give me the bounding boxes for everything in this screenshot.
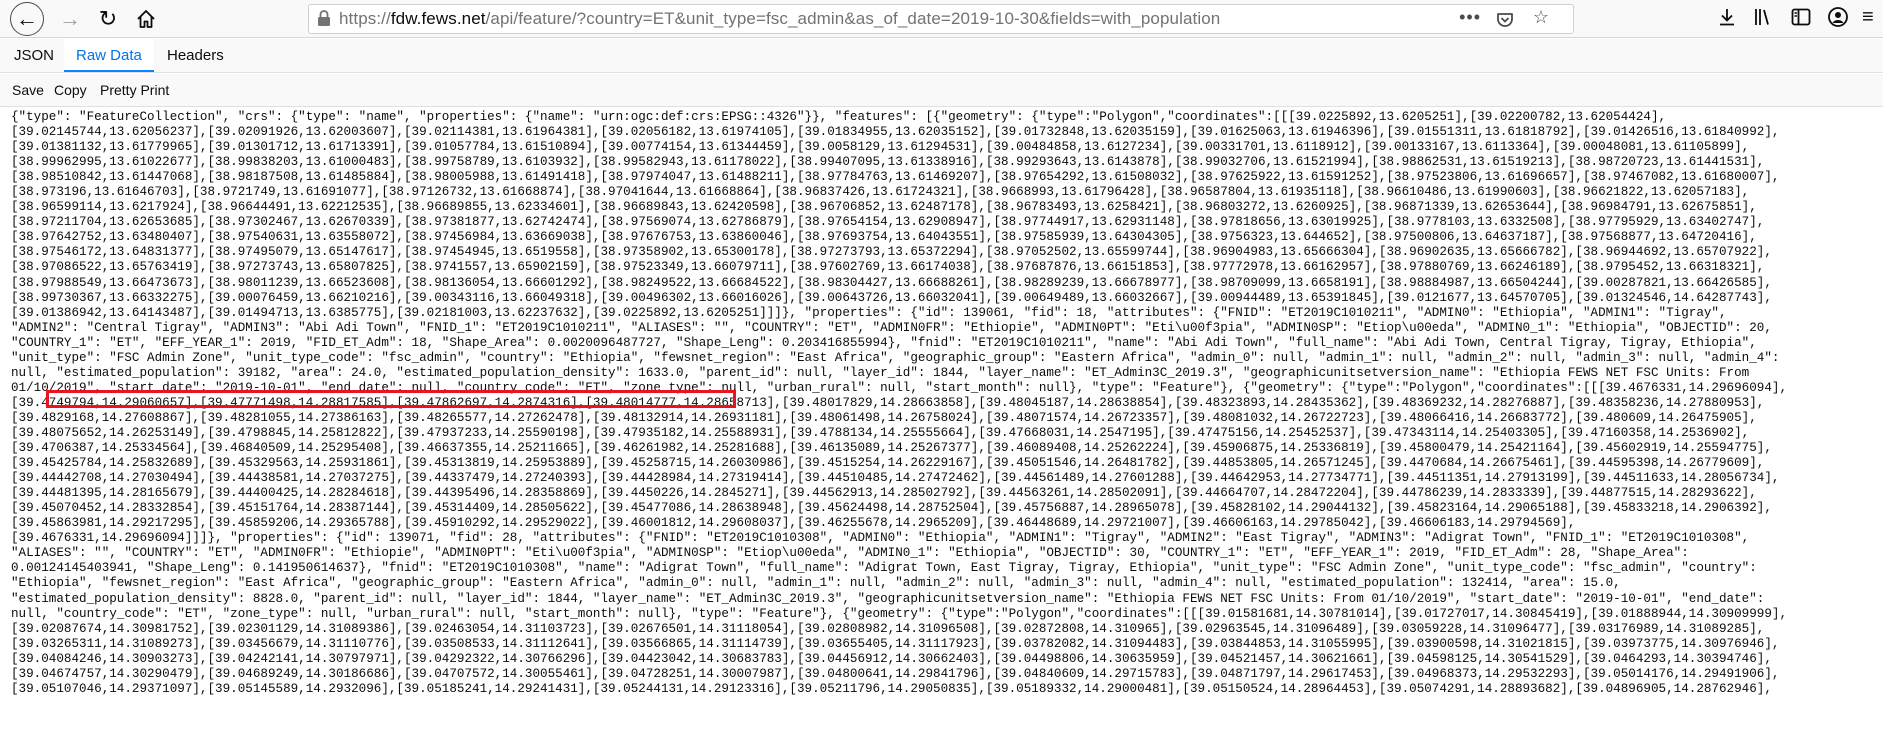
raw-data-line: 01/10/2019", "start_date": "2019-10-01",… [11, 380, 1788, 395]
bookmark-star-icon[interactable]: ☆ [1533, 7, 1549, 28]
raw-data-line: [39.05107046,14.29371097],[39.05145589,1… [11, 681, 1772, 696]
raw-data-line: [38.98510842,13.61447068],[38.98187508,1… [11, 170, 1780, 185]
raw-data-line: [39.03265311,14.31089273],[39.03456679,1… [11, 636, 1780, 651]
forward-arrow-icon: → [59, 6, 81, 31]
raw-data-line: [39.01386942,13.64143487],[39.01494713,1… [11, 305, 1727, 320]
raw-data-line: [38.973196,13.61646703],[38.9721749,13.6… [11, 185, 1750, 200]
library-icon[interactable] [1752, 6, 1774, 28]
home-icon [137, 10, 155, 28]
url-path: /api/feature/?country=ET&unit_type=fsc_a… [485, 9, 1221, 28]
download-icon[interactable] [1716, 6, 1738, 28]
raw-data-line: "estimated_population_density": 8828.0, … [11, 591, 1765, 606]
raw-data-line: [38.99730367,13.66332275],[39.00076459,1… [11, 290, 1772, 305]
raw-data-line: [39.48075652,14.26253149],[39.4798845,14… [11, 425, 1750, 440]
raw-data-line: [39.4749794,14.29060657],[39.47771498,14… [11, 395, 1765, 410]
raw-data-line: [39.4829168,14.27608867],[39.48281055,14… [11, 410, 1757, 425]
raw-data-line: {"type": "FeatureCollection", "crs": {"t… [11, 110, 1667, 124]
raw-data-content[interactable]: {"type": "FeatureCollection", "crs": {"t… [11, 110, 1879, 738]
raw-data-line: "ALIASES": "", "COUNTRY": "ET", "ADMIN0F… [11, 546, 1689, 561]
browser-toolbar: ← → ↻ https://fdw.fews.net/api/feature/?… [0, 0, 1883, 38]
raw-data-line: [38.97211704,13.62653685],[38.97302467,1… [11, 215, 1765, 230]
raw-data-line: [38.97546172,13.64831377],[38.97495079,1… [11, 245, 1772, 260]
raw-data-line: null, "estimated_population": 39182, "ar… [11, 365, 1750, 380]
sidebar-icon[interactable] [1790, 6, 1812, 28]
pretty-print-button[interactable]: Pretty Print [100, 74, 169, 107]
raw-data-line: [39.45425784,14.25832689],[39.45329563,1… [11, 456, 1765, 471]
lock-icon[interactable] [317, 9, 331, 27]
raw-data-line: [39.45863981,14.29217295],[39.45859206,1… [11, 516, 1576, 531]
url-bar[interactable]: https://fdw.fews.net/api/feature/?countr… [308, 4, 1574, 34]
raw-data-line: "ADMIN2": "Central Tigray", "ADMIN3": "A… [11, 320, 1772, 335]
url-text[interactable]: https://fdw.fews.net/api/feature/?countr… [339, 9, 1220, 29]
raw-data-line: [39.04084246,14.30903273],[39.04242141,1… [11, 651, 1772, 666]
raw-data-line: null, "country_code": "ET", "zone_type":… [11, 606, 1788, 621]
raw-data-line: [38.97642752,13.63480407],[38.97540631,1… [11, 230, 1757, 245]
json-viewer-tabs: JSON Raw Data Headers [0, 39, 1883, 73]
url-host: fdw.fews.net [390, 9, 486, 28]
raw-data-line: "Ethiopia", "fewsnet_region": "East Afri… [11, 576, 1621, 591]
raw-data-line: [39.4676331,14.29696094]]]}, "properties… [11, 531, 1750, 546]
forward-button[interactable]: → [54, 3, 86, 35]
copy-button[interactable]: Copy [54, 74, 87, 107]
raw-data-line: [39.02087674,14.30981752],[39.02301129,1… [11, 621, 1765, 636]
url-scheme: https:// [339, 9, 391, 28]
tab-raw-data[interactable]: Raw Data [64, 39, 154, 72]
raw-data-line: [39.01381132,13.61779965],[39.01301712,1… [11, 140, 1750, 155]
reload-icon: ↻ [98, 6, 118, 31]
raw-data-line: [38.97988549,13.66473673],[38.98011239,1… [11, 275, 1772, 290]
tab-json[interactable]: JSON [2, 39, 66, 72]
raw-data-line: [38.96599114,13.6217924],[38.96644491,13… [11, 200, 1757, 215]
raw-data-line: [39.45070452,14.28332854],[39.45151764,1… [11, 501, 1772, 516]
reload-button[interactable]: ↻ [92, 3, 124, 35]
raw-data-line: "COUNTRY_1": "ET", "EFF_YEAR_1": 2019, "… [11, 335, 1757, 350]
raw-data-line: 0.00124145403941, "Shape_Leng": 0.141950… [11, 561, 1757, 576]
raw-data-line: [38.97086522,13.65763419],[38.97273743,1… [11, 260, 1765, 275]
back-arrow-icon: ← [16, 6, 38, 31]
raw-data-toolbar: Save Copy Pretty Print [0, 74, 1883, 107]
menu-icon[interactable]: ≡ [1862, 6, 1874, 29]
raw-data-line: [38.99962995,13.61022677],[38.99838203,1… [11, 155, 1765, 170]
raw-data-line: "unit_type": "FSC Admin Zone", "unit_typ… [11, 350, 1780, 365]
home-button[interactable] [130, 3, 162, 35]
raw-data-line: [39.02145744,13.62056237],[39.02091926,1… [11, 125, 1780, 140]
raw-data-line: [39.44442708,14.27030494],[39.44438581,1… [11, 471, 1780, 486]
raw-data-line: [39.4706387,14.25334564],[39.46840509,14… [11, 441, 1772, 456]
raw-data-line: [39.04674757,14.30290479],[39.04689249,1… [11, 666, 1780, 681]
back-button[interactable]: ← [10, 2, 44, 36]
tab-headers[interactable]: Headers [155, 39, 236, 72]
account-icon[interactable] [1827, 6, 1849, 28]
raw-data-line: [39.44481395,14.28165679],[39.44400425,1… [11, 486, 1757, 501]
save-button[interactable]: Save [12, 74, 44, 107]
pocket-icon[interactable] [1495, 10, 1515, 30]
more-dots-icon[interactable]: ••• [1459, 7, 1481, 28]
